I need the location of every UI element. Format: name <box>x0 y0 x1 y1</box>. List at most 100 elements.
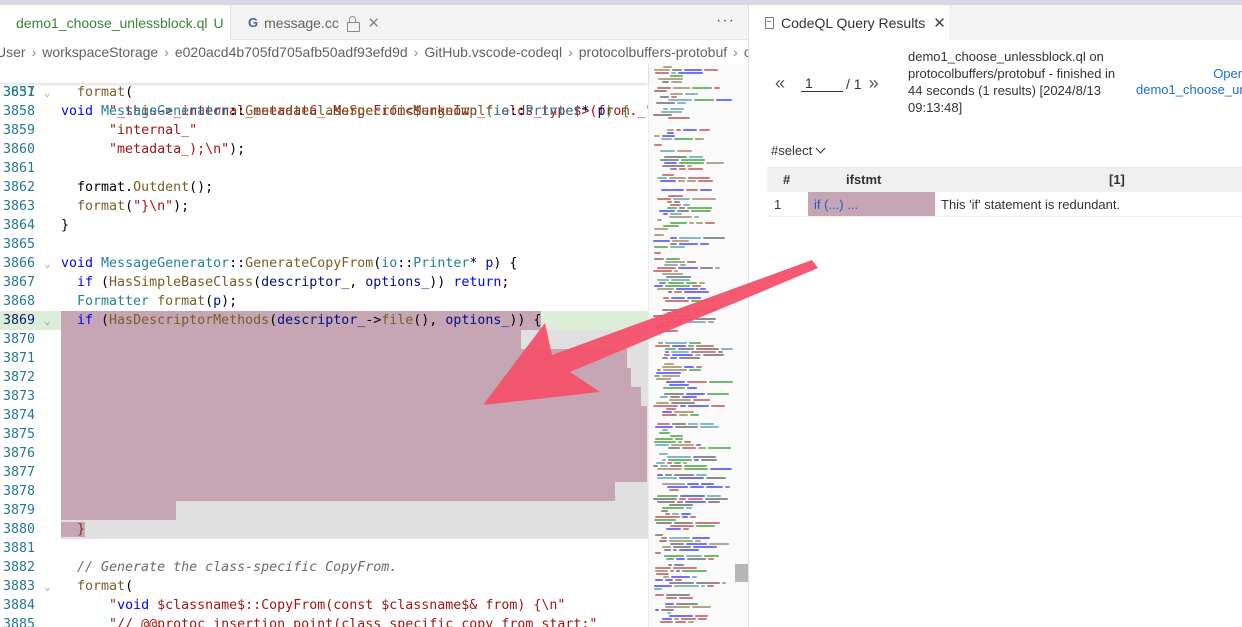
breadcrumb-item[interactable]: e020acd4b705fd705afb50adf93efd9d <box>175 44 408 60</box>
breadcrumb-item[interactable]: User <box>0 44 26 60</box>
fold-chevron-icon[interactable]: ⌄ <box>44 311 51 330</box>
column-header-ifstmt[interactable]: ifstmt <box>846 172 881 187</box>
minimap-line <box>679 207 685 209</box>
minimap-line <box>665 603 674 605</box>
selected-comment-bar <box>61 330 521 349</box>
minimap-line <box>657 423 670 425</box>
minimap-line <box>674 462 681 464</box>
line-number: 3872 <box>2 370 35 385</box>
minimap-line <box>688 345 694 347</box>
line-text: format.Outdent(); <box>61 180 214 195</box>
minimap-line <box>695 354 701 356</box>
selected-comment-bar <box>61 368 631 387</box>
minimap-line <box>674 291 682 293</box>
open-query-link[interactable]: Open demo1_choose_unlessblock.ql <box>1105 66 1242 98</box>
minimap-line <box>666 276 691 278</box>
ifstmt-location-link[interactable]: if (...) ... <box>814 197 858 212</box>
minimap-line <box>657 219 662 221</box>
minimap-line <box>695 138 704 140</box>
line-number: 3866 <box>2 256 35 271</box>
minimap-line <box>672 513 679 515</box>
minimap-line <box>655 567 671 569</box>
minimap-line <box>684 465 707 467</box>
line-text: format( <box>77 85 134 100</box>
minimap-line <box>665 342 687 344</box>
table-row[interactable]: 1 if (...) ... This 'if' statement is re… <box>767 192 1242 217</box>
minimap-line <box>671 96 677 98</box>
minimap-line <box>653 240 670 242</box>
minimap-line <box>671 81 682 83</box>
minimap-line <box>679 168 686 170</box>
minimap-scroll-thumb[interactable] <box>735 564 748 582</box>
minimap-line <box>670 435 683 437</box>
breadcrumb-item[interactable]: protocolbuffers-protobuf <box>579 44 727 60</box>
minimap-line <box>665 261 685 263</box>
minimap-line <box>677 501 683 503</box>
more-actions-button[interactable]: ··· <box>716 12 735 30</box>
minimap-line <box>680 495 705 497</box>
minimap-line <box>670 465 682 467</box>
minimap[interactable] <box>648 64 748 627</box>
minimap-line <box>665 300 689 302</box>
tab-message-cc[interactable]: G message.cc ✕ <box>232 5 380 40</box>
sticky-scroll-line[interactable]: 3631 void MessageGenerator::GenerateClas… <box>0 64 648 119</box>
code-editor[interactable]: 3631 void MessageGenerator::GenerateClas… <box>0 64 748 627</box>
minimap-line <box>676 288 698 290</box>
close-icon[interactable]: ✕ <box>367 14 380 32</box>
minimap-line <box>664 162 677 164</box>
line-number: 3868 <box>2 294 35 309</box>
minimap-line <box>654 519 676 521</box>
selected-comment-bar <box>61 425 647 444</box>
result-pager: « / 1 » <box>775 73 879 94</box>
minimap-line <box>676 570 680 572</box>
minimap-line <box>662 459 666 461</box>
minimap-line <box>690 486 704 488</box>
minimap-line <box>680 264 686 266</box>
next-page-button[interactable]: » <box>869 73 879 94</box>
close-icon[interactable]: ✕ <box>933 14 946 32</box>
line-text: "internal_" <box>109 123 198 138</box>
minimap-line <box>684 69 702 71</box>
minimap-line <box>662 366 682 368</box>
minimap-line <box>671 351 689 353</box>
tab-demo1-query[interactable]: demo1_choose_unlessblock.ql U <box>0 5 231 40</box>
minimap-line <box>662 135 675 137</box>
minimap-line <box>662 429 668 431</box>
fold-chevron-icon[interactable]: ⌄ <box>44 254 51 273</box>
minimap-line <box>660 96 669 98</box>
minimap-line <box>671 576 690 578</box>
minimap-line <box>674 522 693 524</box>
line-text: "// @@protoc_insertion_point(class_speci… <box>109 617 598 627</box>
column-header-message[interactable]: [1] <box>1109 172 1125 187</box>
minimap-line <box>687 165 692 167</box>
page-number-input[interactable] <box>801 75 844 92</box>
fold-chevron-icon[interactable]: ⌄ <box>44 577 51 596</box>
minimap-line <box>668 291 672 293</box>
breadcrumb-item[interactable]: workspaceStorage <box>42 44 158 60</box>
results-table: # ifstmt [1] 1 if (...) ... This 'if' st… <box>767 167 1242 217</box>
minimap-line <box>670 570 674 572</box>
minimap-line <box>667 456 691 458</box>
minimap-line <box>682 516 688 518</box>
minimap-line <box>693 399 710 401</box>
line-number: 3874 <box>2 408 35 423</box>
minimap-line <box>688 177 710 179</box>
code-line: 3631 void MessageGenerator::GenerateClas… <box>0 64 648 119</box>
previous-page-button[interactable]: « <box>775 73 785 94</box>
result-set-select[interactable]: #select <box>771 143 826 158</box>
minimap-line <box>656 378 671 380</box>
column-header-index[interactable]: # <box>783 172 790 187</box>
tab-codeql-results[interactable]: CodeQL Query Results ✕ <box>749 5 949 40</box>
minimap-line <box>671 279 690 281</box>
minimap-line <box>668 99 692 101</box>
minimap-line <box>668 282 684 284</box>
minimap-line <box>654 258 664 260</box>
breadcrumb-item[interactable]: GitHub.vscode-codeql <box>424 44 562 60</box>
minimap-line <box>685 93 698 95</box>
query-summary: demo1_choose_unlessblock.ql on protocolb… <box>908 49 1116 115</box>
minimap-line <box>674 411 694 413</box>
line-text: if (HasSimpleBaseClass(descriptor_, opti… <box>77 275 510 290</box>
minimap-line <box>660 159 679 161</box>
minimap-line <box>654 144 662 146</box>
preview-panel-icon <box>765 16 774 29</box>
